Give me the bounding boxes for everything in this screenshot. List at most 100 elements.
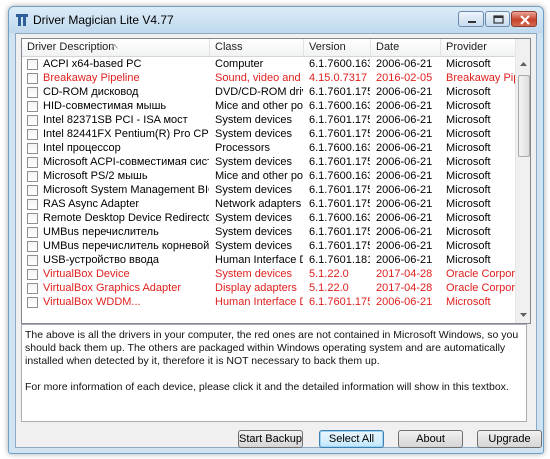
driver-checkbox[interactable] [27, 213, 38, 224]
driver-checkbox[interactable] [27, 157, 38, 168]
driver-provider: Microsoft [446, 156, 491, 168]
driver-row[interactable]: Intel процессор Processors 6.1.7600.163...… [22, 141, 515, 155]
driver-row[interactable]: USB-устройство ввода Human Interface D...… [22, 253, 515, 267]
driver-version: 6.1.7601.175... [309, 240, 370, 252]
driver-checkbox[interactable] [27, 269, 38, 280]
info-paragraph: The above is all the drivers in your com… [25, 329, 519, 367]
info-textbox[interactable]: The above is all the drivers in your com… [21, 324, 527, 422]
column-header-description[interactable]: Driver Description [22, 39, 210, 56]
driver-date: 2006-06-21 [376, 170, 433, 182]
upgrade-button[interactable]: Upgrade [477, 430, 542, 448]
driver-row[interactable]: CD-ROM дисковод DVD/CD-ROM drives 6.1.7601… [22, 85, 515, 99]
minimize-icon [468, 21, 476, 23]
driver-checkbox[interactable] [27, 59, 38, 70]
select-all-button[interactable]: Select All [319, 430, 384, 448]
driver-checkbox[interactable] [27, 227, 38, 238]
driver-date: 2006-06-21 [376, 142, 433, 154]
column-header-label: Class [215, 41, 243, 53]
driver-checkbox[interactable] [27, 143, 38, 154]
driver-row[interactable]: Intel 82371SB PCI - ISA мост System devic… [22, 113, 515, 127]
driver-row[interactable]: Microsoft ACPI-совместимая система System… [22, 155, 515, 169]
scrollbar-thumb[interactable] [518, 75, 530, 157]
vertical-scrollbar[interactable] [515, 39, 530, 323]
start-backup-button[interactable]: Start Backup [238, 430, 303, 448]
driver-row[interactable]: ACPI x64-based PC Computer 6.1.7600.163...… [22, 57, 515, 71]
column-header-label: Provider [446, 41, 487, 53]
column-header-version[interactable]: Version [304, 39, 371, 56]
driver-row[interactable]: UMBus перечислитель System devices 6.1.760… [22, 225, 515, 239]
driver-date: 2017-04-28 [376, 282, 433, 294]
minimize-button[interactable] [458, 11, 484, 27]
driver-provider: Microsoft [446, 296, 491, 308]
driver-checkbox[interactable] [27, 199, 38, 210]
driver-class: Display adapters [215, 282, 297, 294]
scroll-up-arrow-icon[interactable] [516, 57, 531, 72]
driver-provider: Microsoft [446, 86, 491, 98]
driver-row[interactable]: HID-совместимая мышь Mice and other poi..… [22, 99, 515, 113]
driver-version: 6.1.7601.175... [309, 296, 370, 308]
driver-checkbox[interactable] [27, 283, 38, 294]
driver-row[interactable]: Microsoft System Management BIOS дра... S… [22, 183, 515, 197]
driver-checkbox[interactable] [27, 297, 38, 308]
window-title: Driver Magician Lite V4.77 [33, 13, 174, 27]
driver-version: 5.1.22.0 [309, 268, 349, 280]
driver-description: ACPI x64-based PC [43, 58, 142, 70]
driver-class: Computer [215, 58, 264, 70]
about-button[interactable]: About [398, 430, 463, 448]
driver-checkbox[interactable] [27, 171, 38, 182]
info-paragraph: For more information of each device, ple… [25, 381, 509, 393]
driver-row[interactable]: VirtualBox Graphics Adapter Display adapt… [22, 281, 515, 295]
driver-provider: Oracle Corporation [446, 268, 515, 280]
column-header-label: Date [376, 41, 400, 53]
driver-class: System devices [215, 156, 293, 168]
driver-checkbox[interactable] [27, 115, 38, 126]
driver-row[interactable]: Intel 82441FX Pentium(R) Pro CPU - PCI .… [22, 127, 515, 141]
driver-provider: Microsoft [446, 198, 491, 210]
driver-checkbox[interactable] [27, 129, 38, 140]
driver-version: 6.1.7601.175... [309, 114, 370, 126]
driver-class: Mice and other poi... [215, 170, 303, 182]
driver-provider: Microsoft [446, 170, 491, 182]
close-button[interactable] [511, 11, 537, 27]
driver-class: Sound, video and g... [215, 72, 303, 84]
driver-checkbox[interactable] [27, 185, 38, 196]
driver-class: Human Interface D... [215, 296, 303, 308]
column-header-class[interactable]: Class [210, 39, 304, 56]
driver-row[interactable]: RAS Async Adapter Network adapters 6.1.760… [22, 197, 515, 211]
driver-version: 4.15.0.7317 [309, 72, 368, 84]
column-header-label: Driver Description [27, 41, 115, 53]
driver-class: System devices [215, 114, 293, 126]
driver-row[interactable]: Microsoft PS/2 мышь Mice and other poi...… [22, 169, 515, 183]
maximize-icon [493, 15, 504, 24]
driver-version: 6.1.7601.175... [309, 156, 370, 168]
driver-row[interactable]: VirtualBox Device System devices 5.1.22.0 2… [22, 267, 515, 281]
driver-version: 6.1.7600.163... [309, 100, 370, 112]
driver-checkbox[interactable] [27, 255, 38, 266]
driver-provider: Oracle Corporation [446, 282, 515, 294]
column-header-provider[interactable]: Provider [441, 39, 515, 56]
column-header-date[interactable]: Date [371, 39, 441, 56]
maximize-button[interactable] [485, 11, 510, 27]
driver-row[interactable]: Breakaway Pipeline Sound, video and g... 4… [22, 71, 515, 85]
driver-date: 2006-06-21 [376, 114, 433, 126]
driver-list[interactable]: Driver Description Class Version Date Pr… [21, 38, 531, 324]
column-header-label: Version [309, 41, 346, 53]
driver-provider: Microsoft [446, 58, 491, 70]
driver-row[interactable]: VirtualBox WDDM... Human Interface D... 6.… [22, 295, 515, 309]
driver-checkbox[interactable] [27, 87, 38, 98]
driver-class: System devices [215, 212, 293, 224]
driver-checkbox[interactable] [27, 73, 38, 84]
driver-description: UMBus перечислитель [43, 226, 159, 238]
scroll-down-arrow-icon[interactable] [516, 307, 531, 322]
driver-checkbox[interactable] [27, 241, 38, 252]
driver-version: 6.1.7601.175... [309, 226, 370, 238]
driver-version: 6.1.7600.163... [309, 212, 370, 224]
driver-date: 2006-06-21 [376, 86, 433, 98]
driver-row[interactable]: Remote Desktop Device Redirector Bus Syst… [22, 211, 515, 225]
driver-date: 2006-06-21 [376, 212, 433, 224]
driver-checkbox[interactable] [27, 101, 38, 112]
driver-row[interactable]: UMBus перечислитель корневой шины System … [22, 239, 515, 253]
driver-provider: Microsoft [446, 254, 491, 266]
title-bar[interactable]: Driver Magician Lite V4.77 [9, 7, 543, 33]
driver-description: CD-ROM дисковод [43, 86, 139, 98]
